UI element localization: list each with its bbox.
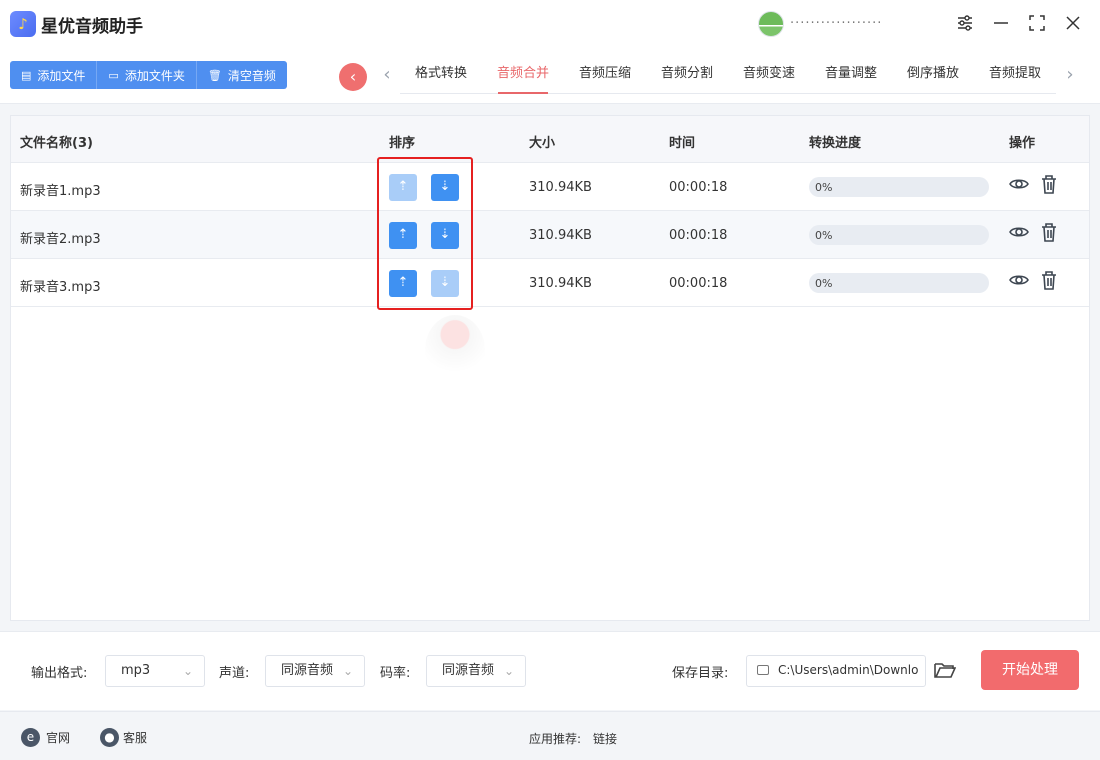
tabs-next-icon[interactable]: › — [1062, 65, 1078, 87]
save-directory-input[interactable]: C:\Users\admin\Downlo — [746, 655, 926, 687]
ie-browser-icon: e — [21, 728, 40, 747]
file-duration: 00:00:18 — [669, 180, 728, 195]
file-duration: 00:00:18 — [669, 228, 728, 243]
user-name: ·················· — [790, 16, 883, 31]
tabs-prev-icon[interactable]: ‹ — [379, 65, 395, 87]
chevron-down-icon: ⌄ — [182, 664, 193, 678]
close-icon[interactable] — [1058, 8, 1088, 38]
feature-tabs: 格式转换 音频合并 音频压缩 音频分割 音频变速 音量调整 倒序播放 音频提取 — [400, 60, 1056, 94]
toolbar: ▤ 添加文件 ▭ 添加文件夹 🗑 清空音频 ‹ ‹ 格式转换 音频合并 音频压缩 音频… — [0, 48, 1100, 104]
progress-column-header: 转换进度 — [809, 136, 862, 151]
actions-column-header: 操作 — [1009, 136, 1036, 151]
tab-audio-speed[interactable]: 音频变速 — [728, 60, 810, 93]
avatar[interactable] — [758, 11, 784, 37]
title-bar: ♪ 星优音频助手 ·················· — [0, 0, 1100, 48]
customer-service-link[interactable]: 客服 — [123, 729, 147, 746]
preview-eye-icon[interactable] — [1008, 221, 1030, 245]
table-row[interactable]: 新录音1.mp3 ⇡ ⇣ 310.94KB 00:00:18 0% — [11, 163, 1089, 211]
save-directory-label: 保存目录: — [672, 666, 729, 681]
file-name: 新录音3.mp3 — [20, 280, 101, 295]
delete-trash-icon[interactable] — [1038, 269, 1060, 293]
preview-eye-icon[interactable] — [1008, 173, 1030, 197]
app-recommend-label: 应用推荐: — [529, 732, 582, 746]
maximize-icon[interactable] — [1022, 8, 1052, 38]
chevron-down-icon: ⌄ — [342, 664, 353, 678]
name-column-header: 文件名称(3) — [20, 136, 93, 151]
clear-audio-button[interactable]: 🗑 清空音频 — [196, 61, 287, 89]
conversion-progress-bar: 0% — [809, 225, 989, 245]
progress-text: 0% — [815, 229, 833, 242]
delete-trash-icon[interactable] — [1038, 221, 1060, 245]
preview-eye-icon[interactable] — [1008, 269, 1030, 293]
recommend-link[interactable]: 链接 — [593, 730, 617, 747]
add-folder-label: 添加文件夹 — [124, 68, 185, 83]
tab-audio-compress[interactable]: 音频压缩 — [564, 60, 646, 93]
bitrate-label: 码率: — [380, 666, 411, 681]
trash-icon: 🗑 — [207, 68, 222, 82]
file-button-group: ▤ 添加文件 ▭ 添加文件夹 🗑 清空音频 — [10, 61, 287, 89]
file-name: 新录音1.mp3 — [20, 184, 101, 199]
user-account[interactable]: ·················· — [758, 10, 932, 38]
clear-audio-label: 清空音频 — [227, 68, 276, 83]
sort-buttons-highlight-box — [377, 157, 473, 310]
start-processing-button[interactable]: 开始处理 — [981, 650, 1079, 690]
tab-format-convert[interactable]: 格式转换 — [400, 60, 482, 93]
bitrate-value: 同源音频 — [442, 663, 495, 678]
minimize-icon[interactable] — [986, 8, 1016, 38]
file-duration: 00:00:18 — [669, 276, 728, 291]
file-size: 310.94KB — [529, 180, 592, 195]
add-file-label: 添加文件 — [37, 68, 86, 83]
tab-volume-adjust[interactable]: 音量调整 — [810, 60, 892, 93]
output-format-value: mp3 — [121, 663, 151, 678]
add-folder-button[interactable]: ▭ 添加文件夹 — [97, 61, 197, 89]
tab-reverse-play[interactable]: 倒序播放 — [892, 60, 974, 93]
collapse-toolbar-button[interactable]: ‹ — [339, 63, 367, 91]
open-folder-icon[interactable] — [934, 660, 957, 682]
website-link[interactable]: 官网 — [46, 729, 70, 746]
table-row[interactable]: 新录音2.mp3 ⇡ ⇣ 310.94KB 00:00:18 0% — [11, 211, 1089, 259]
table-row[interactable]: 新录音3.mp3 ⇡ ⇣ 310.94KB 00:00:18 0% — [11, 259, 1089, 307]
settings-sliders-icon[interactable] — [950, 8, 980, 38]
sort-column-header: 排序 — [389, 136, 416, 151]
delete-trash-icon[interactable] — [1038, 173, 1060, 197]
folder-icon — [757, 665, 769, 675]
watermark-mark — [425, 315, 485, 385]
conversion-progress-bar: 0% — [809, 273, 989, 293]
audio-app-window: ♪ 星优音频助手 ·················· ▤ 添加文件 ▭ 添加文件夹 — [0, 0, 1100, 760]
progress-text: 0% — [815, 181, 833, 194]
size-column-header: 大小 — [529, 136, 556, 151]
output-format-label: 输出格式: — [31, 666, 88, 681]
footer-bar: e 官网 ● 客服 应用推荐: 链接 — [0, 711, 1100, 760]
progress-text: 0% — [815, 277, 833, 290]
save-directory-value: C:\Users\admin\Downlo — [778, 663, 919, 677]
add-file-button[interactable]: ▤ 添加文件 — [10, 61, 98, 89]
channel-select[interactable]: 同源音频 ⌄ — [265, 655, 365, 687]
chat-bubble-icon: ● — [100, 728, 119, 747]
tab-audio-extract[interactable]: 音频提取 — [974, 60, 1056, 93]
table-header: 文件名称(3) 排序 大小 时间 转换进度 操作 — [11, 116, 1089, 163]
folder-icon: ▭ — [108, 68, 119, 82]
app-logo-icon: ♪ — [10, 11, 36, 37]
file-icon: ▤ — [21, 68, 32, 82]
audio-file-table: 文件名称(3) 排序 大小 时间 转换进度 操作 新录音1.mp3 ⇡ ⇣ 31… — [10, 115, 1090, 621]
chevron-down-icon: ⌄ — [503, 664, 514, 678]
bitrate-select[interactable]: 同源音频 ⌄ — [426, 655, 526, 687]
channel-label: 声道: — [219, 666, 250, 681]
app-title: 星优音频助手 — [41, 17, 143, 37]
chevron-left-icon: ‹ — [349, 67, 357, 86]
tab-audio-merge[interactable]: 音频合并 — [482, 60, 564, 94]
time-column-header: 时间 — [669, 136, 696, 151]
conversion-progress-bar: 0% — [809, 177, 989, 197]
file-size: 310.94KB — [529, 228, 592, 243]
file-size: 310.94KB — [529, 276, 592, 291]
output-settings-panel: 输出格式: mp3 ⌄ 声道: 同源音频 ⌄ 码率: 同源音频 ⌄ 保存目录: C:\… — [0, 631, 1100, 710]
output-format-select[interactable]: mp3 ⌄ — [105, 655, 205, 687]
tab-audio-split[interactable]: 音频分割 — [646, 60, 728, 93]
file-name: 新录音2.mp3 — [20, 232, 101, 247]
channel-value: 同源音频 — [281, 663, 334, 678]
